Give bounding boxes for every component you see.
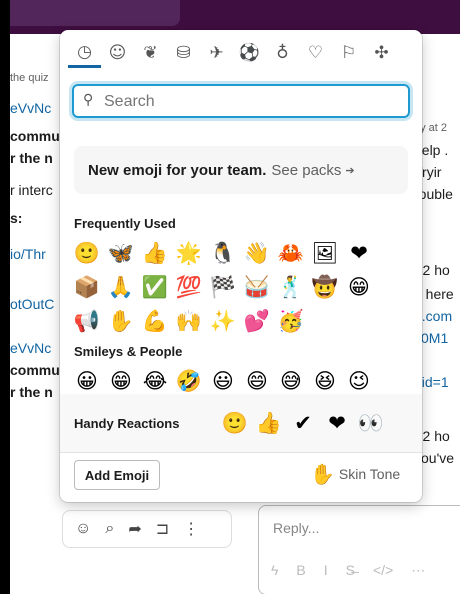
add-reaction-icon[interactable]: ☺ bbox=[75, 520, 91, 538]
share-icon[interactable]: ➦ bbox=[128, 519, 141, 539]
background-text: otOutC bbox=[10, 296, 55, 312]
reply-placeholder: Reply... bbox=[273, 520, 320, 536]
handy-reactions-label: Handy Reactions bbox=[74, 416, 180, 431]
skin-tone-button[interactable]: ✋ Skin Tone bbox=[310, 462, 400, 486]
emoji-dancer[interactable]: 🕺 bbox=[274, 270, 308, 304]
background-text: eVvNc bbox=[10, 100, 52, 116]
emoji-raised-hand[interactable]: ✋ bbox=[104, 304, 138, 338]
emoji-drum[interactable]: 🥁 bbox=[240, 270, 274, 304]
strike-icon[interactable]: S̶ bbox=[346, 562, 355, 579]
smileys-people-grid: 😀 😁 😂 🤣 😃 😄 😅 😆 😉 bbox=[70, 364, 376, 398]
smileys-people-heading: Smileys & People bbox=[74, 344, 183, 359]
emoji-category-tabs: ◷ ☺ ❦ ⛁ ✈ ⚽ ♁ ♡ ⚐ ✣ bbox=[68, 38, 398, 68]
more-format-icon[interactable]: ⋯ bbox=[411, 562, 425, 579]
emoji-sweat-smile[interactable]: 😅 bbox=[274, 364, 308, 398]
handy-check[interactable]: ✔ bbox=[286, 406, 320, 440]
emoji-butterfly[interactable]: 🦋 bbox=[104, 236, 138, 270]
travel-plane-icon[interactable]: ✈ bbox=[200, 38, 233, 68]
emoji-cowboy[interactable]: 🤠 bbox=[308, 270, 342, 304]
background-text: the quiz bbox=[10, 72, 49, 84]
emoji-red-heart[interactable]: ❤ bbox=[342, 236, 376, 270]
emoji-grinning[interactable]: 😀 bbox=[70, 364, 104, 398]
background-text: commu bbox=[10, 362, 60, 378]
add-emoji-button[interactable]: Add Emoji bbox=[74, 460, 160, 490]
bookmark-icon[interactable]: ⊐ bbox=[156, 519, 169, 539]
emoji-beaming[interactable]: 😁 bbox=[104, 364, 138, 398]
activity-ball-icon[interactable]: ⚽ bbox=[233, 38, 266, 68]
handy-reactions-row: 🙂 👍 ✔ ❤ 👀 bbox=[218, 406, 388, 440]
background-text: commu bbox=[10, 128, 60, 144]
workspace-search-bar[interactable] bbox=[10, 0, 180, 26]
promo-title: New emoji for your team. bbox=[88, 161, 267, 179]
emoji-search-input[interactable] bbox=[102, 90, 406, 114]
slack-custom-icon[interactable]: ✣ bbox=[365, 38, 398, 68]
smileys-icon[interactable]: ☺ bbox=[101, 38, 134, 68]
emoji-checkered-flag[interactable]: 🏁 bbox=[206, 270, 240, 304]
emoji-laughing[interactable]: 😆 bbox=[308, 364, 342, 398]
background-text: r interc bbox=[10, 182, 53, 198]
emoji-crab[interactable]: 🦀 bbox=[274, 236, 308, 270]
arrow-right-icon: ➔ bbox=[345, 164, 355, 177]
emoji-muscle[interactable]: 💪 bbox=[138, 304, 172, 338]
formatting-toolbar: ϟ B I S̶ </> ⋯ bbox=[271, 562, 425, 579]
emoji-sparkle-star[interactable]: 🌟 bbox=[172, 236, 206, 270]
frequently-used-grid: 🙂 🦋 👍 🌟 🐧 👋 🦀 🖼 ❤ 📦 🙏 ✅ 💯 🏁 🥁 🕺 🤠 😁 📢 ✋ 💪 🙌 ✨ 💕 🥳 bbox=[70, 236, 376, 338]
emoji-pray[interactable]: 🙏 bbox=[104, 270, 138, 304]
emoji-slightly-smiling[interactable]: 🙂 bbox=[70, 236, 104, 270]
emoji-wink[interactable]: 😉 bbox=[342, 364, 376, 398]
emoji-smile[interactable]: 😄 bbox=[240, 364, 274, 398]
italic-icon[interactable]: I bbox=[324, 562, 328, 579]
skin-tone-label: Skin Tone bbox=[338, 466, 401, 482]
search-icon: ⚲ bbox=[83, 92, 94, 108]
emoji-smiley[interactable]: 😃 bbox=[206, 364, 240, 398]
reply-thread-icon[interactable]: ⌕ bbox=[105, 520, 114, 538]
shortcuts-icon[interactable]: ϟ bbox=[271, 562, 278, 579]
emoji-hundred[interactable]: 💯 bbox=[172, 270, 206, 304]
emoji-two-hearts[interactable]: 💕 bbox=[240, 304, 274, 338]
emoji-penguin[interactable]: 🐧 bbox=[206, 236, 240, 270]
handy-thumbs-up[interactable]: 👍 bbox=[252, 406, 286, 440]
code-icon[interactable]: </> bbox=[373, 562, 393, 579]
handy-red-heart[interactable]: ❤ bbox=[320, 406, 354, 440]
background-text: r the n bbox=[10, 384, 53, 400]
picker-divider bbox=[60, 452, 422, 453]
background-text: r the n bbox=[10, 150, 53, 166]
emoji-rofl[interactable]: 🤣 bbox=[172, 364, 206, 398]
nature-leaf-icon[interactable]: ❦ bbox=[134, 38, 167, 68]
background-text: io/Thr bbox=[10, 246, 46, 262]
emoji-raised-hands[interactable]: 🙌 bbox=[172, 304, 206, 338]
emoji-package[interactable]: 📦 bbox=[70, 270, 104, 304]
message-actions-bar: ☺ ⌕ ➦ ⊐ ⋮ bbox=[62, 510, 232, 548]
emoji-thumbs-up[interactable]: 👍 bbox=[138, 236, 172, 270]
recent-icon[interactable]: ◷ bbox=[68, 38, 101, 68]
emoji-wave[interactable]: 👋 bbox=[240, 236, 274, 270]
handy-slightly-smiling[interactable]: 🙂 bbox=[218, 406, 252, 440]
emoji-search-box[interactable]: ⚲ bbox=[72, 84, 410, 118]
emoji-party-face[interactable]: 🥳 bbox=[274, 304, 308, 338]
emoji-picture[interactable]: 🖼 bbox=[308, 236, 342, 270]
handy-reactions-bar: Handy Reactions 🙂 👍 ✔ ❤ 👀 bbox=[60, 394, 422, 452]
emoji-sparkles[interactable]: ✨ bbox=[206, 304, 240, 338]
background-text: s: bbox=[10, 210, 23, 226]
food-burger-icon[interactable]: ⛁ bbox=[167, 38, 200, 68]
objects-bulb-icon[interactable]: ♁ bbox=[266, 38, 299, 68]
more-icon[interactable]: ⋮ bbox=[183, 519, 199, 539]
emoji-megaphone[interactable]: 📢 bbox=[70, 304, 104, 338]
raised-hand-icon: ✋ bbox=[310, 462, 335, 486]
see-packs-link[interactable]: See packs bbox=[271, 162, 341, 179]
background-text: eVvNc bbox=[10, 340, 52, 356]
top-bar bbox=[10, 0, 460, 34]
emoji-packs-promo[interactable]: New emoji for your team. See packs ➔ bbox=[74, 146, 408, 194]
bold-icon[interactable]: B bbox=[296, 562, 305, 579]
emoji-check-mark[interactable]: ✅ bbox=[138, 270, 172, 304]
emoji-joy[interactable]: 😂 bbox=[138, 364, 172, 398]
reply-composer[interactable]: Reply... ϟ B I S̶ </> ⋯ bbox=[258, 505, 460, 594]
symbols-heart-icon[interactable]: ♡ bbox=[299, 38, 332, 68]
emoji-grin[interactable]: 😁 bbox=[342, 270, 376, 304]
handy-eyes[interactable]: 👀 bbox=[354, 406, 388, 440]
flags-icon[interactable]: ⚐ bbox=[332, 38, 365, 68]
emoji-picker: ◷☺❦⛁✈⚽♁♡⚐✣ ⚲ New emoji for your team. Se… bbox=[60, 30, 422, 502]
frequently-used-heading: Frequently Used bbox=[74, 216, 176, 231]
